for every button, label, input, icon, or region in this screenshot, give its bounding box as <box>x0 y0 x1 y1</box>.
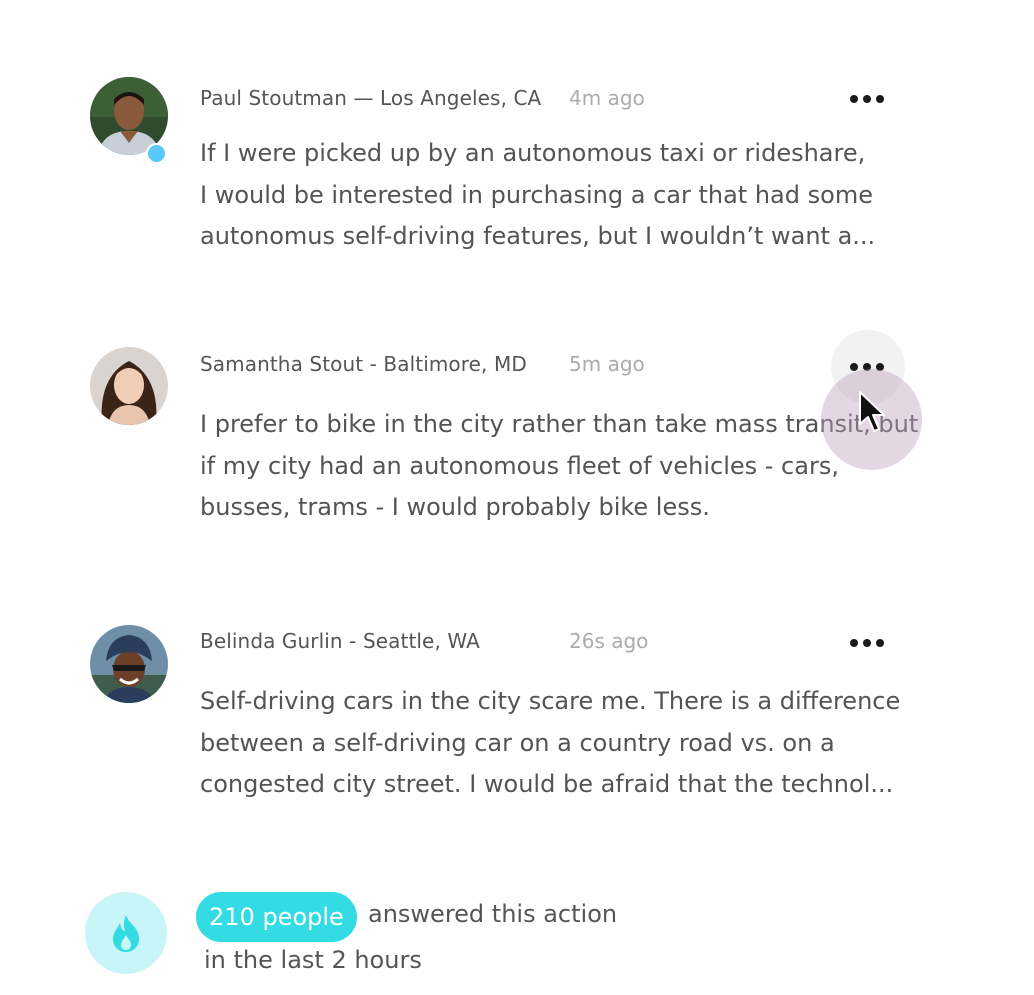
comment-timestamp: 4m ago <box>569 86 645 110</box>
avatar[interactable] <box>90 347 168 425</box>
comment-author[interactable]: Samantha Stout - Baltimore, MD <box>200 352 527 376</box>
comment-line: congested city street. I would be afraid… <box>200 770 894 798</box>
comment-body: Self-driving cars in the city scare me. … <box>200 681 920 806</box>
more-dots-icon <box>850 639 884 647</box>
comment-line: I would be interested in purchasing a ca… <box>200 180 873 209</box>
more-dots-icon <box>850 363 884 371</box>
comment-timestamp: 26s ago <box>569 629 649 653</box>
comment-author[interactable]: Belinda Gurlin - Seattle, WA <box>200 629 480 653</box>
comment-line: I prefer to bike in the city rather than… <box>200 410 919 438</box>
comment-line: autonomus self-driving features, but I w… <box>200 222 876 250</box>
comment-author[interactable]: Paul Stoutman — Los Angeles, CA <box>200 86 541 110</box>
comment-line: if my city had an autonomous fleet of ve… <box>200 451 839 480</box>
more-options-button[interactable] <box>842 627 892 659</box>
comment-line: If I were picked up by an autonomous tax… <box>200 139 866 167</box>
online-status-dot <box>146 143 167 164</box>
stats-answered-text: answered this action <box>368 900 618 928</box>
more-options-button[interactable] <box>842 83 892 115</box>
respondent-count-badge[interactable]: 210 people <box>196 892 357 942</box>
comment-body: I prefer to bike in the city rather than… <box>200 404 920 529</box>
flame-icon <box>113 915 139 952</box>
avatar[interactable] <box>90 625 168 703</box>
comment-line: between a self-driving car on a country … <box>200 728 835 757</box>
more-dots-icon <box>850 95 884 103</box>
comment-line: busses, trams - I would probably bike le… <box>200 493 710 521</box>
comment-timestamp: 5m ago <box>569 352 645 376</box>
activity-badge <box>85 892 167 974</box>
stats-timeframe-text: in the last 2 hours <box>204 946 422 974</box>
more-options-button[interactable] <box>842 351 892 383</box>
comment-line: Self-driving cars in the city scare me. … <box>200 687 901 715</box>
comment-body: If I were picked up by an autonomous tax… <box>200 133 920 258</box>
